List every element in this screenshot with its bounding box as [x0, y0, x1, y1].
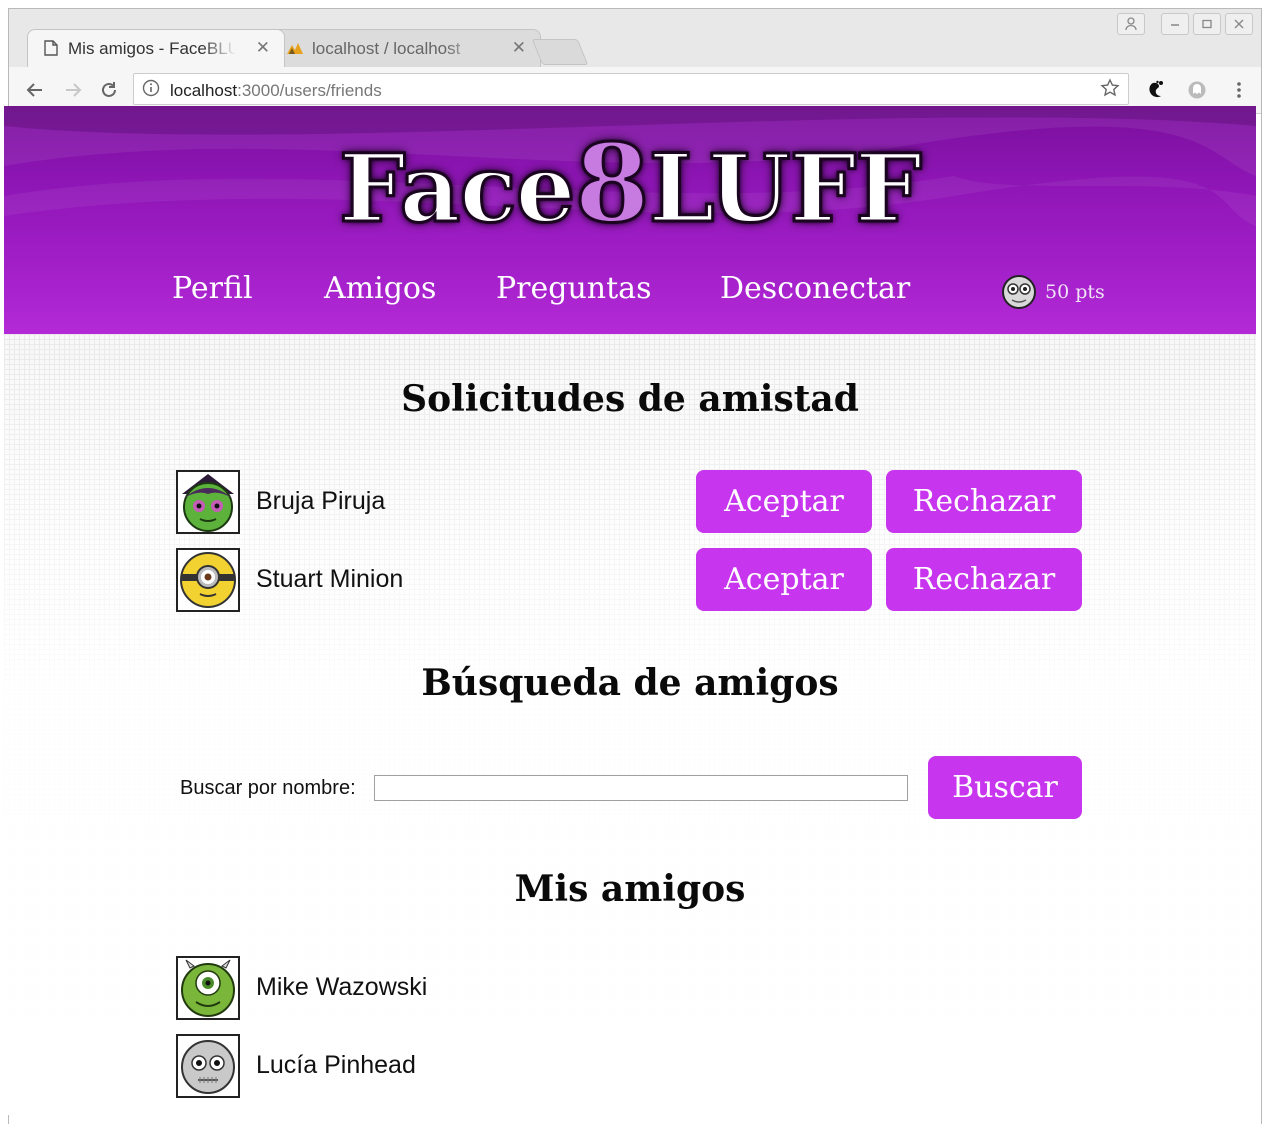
requester-name: Bruja Piruja [256, 487, 386, 515]
logo-luff: LUFF [647, 134, 923, 244]
search-button[interactable]: Buscar [928, 756, 1082, 819]
extension-ghostery-icon[interactable] [1185, 78, 1209, 102]
new-tab-button[interactable] [531, 39, 589, 65]
friend-request-row: Bruja Piruja Aceptar Rechazar [176, 470, 1096, 536]
extension-gnome-icon[interactable] [1144, 78, 1168, 102]
requester-name: Stuart Minion [256, 565, 404, 593]
friend-request-row: Stuart Minion Aceptar Rechazar [176, 548, 1096, 614]
accept-button[interactable]: Aceptar [696, 548, 872, 611]
maximize-button[interactable] [1193, 13, 1221, 35]
reject-button[interactable]: Rechazar [886, 548, 1082, 611]
friend-name: Mike Wazowski [256, 973, 428, 1001]
mike-avatar-icon [176, 956, 240, 1020]
nav-perfil[interactable]: Perfil [172, 271, 253, 306]
info-icon[interactable] [142, 79, 160, 102]
tab-title: Mis amigos - FaceBLUFF [68, 39, 236, 58]
logo-eight: 8 [573, 121, 651, 247]
friend-row: Mike Wazowski [176, 956, 1096, 1022]
logo-face: Face [337, 134, 577, 244]
bookmark-star-icon[interactable] [1100, 78, 1120, 103]
minion-avatar-icon [176, 548, 240, 612]
menu-icon[interactable] [1227, 78, 1251, 102]
requests-title: Solicitudes de amistad [401, 378, 859, 420]
search-title: Búsqueda de amigos [421, 662, 839, 704]
site-header: Face8LUFF Perfil Amigos Preguntas Descon… [4, 106, 1256, 334]
friend-name: Lucía Pinhead [256, 1051, 416, 1079]
site-logo[interactable]: Face8LUFF [4, 129, 1256, 240]
nav-amigos[interactable]: Amigos [324, 271, 436, 306]
friend-row: Lucía Pinhead [176, 1034, 1096, 1100]
page-content: Solicitudes de amistad Bruja Piruja Acep… [4, 334, 1256, 1115]
page-icon [42, 39, 60, 57]
user-points: 50 pts [1001, 274, 1105, 310]
reject-button[interactable]: Rechazar [886, 470, 1082, 533]
search-input[interactable] [374, 775, 908, 801]
close-window-button[interactable] [1225, 13, 1253, 35]
forward-button[interactable] [61, 78, 85, 102]
pinhead-avatar-icon [176, 1034, 240, 1098]
address-bar[interactable]: localhost:3000/users/friends [133, 73, 1129, 105]
back-button[interactable] [23, 78, 47, 102]
url-path: :3000/users/friends [237, 81, 382, 100]
tab-mis-amigos[interactable]: Mis amigos - FaceBLUFF ✕ [27, 29, 285, 67]
tab-localhost[interactable]: localhost / localhost ✕ [271, 29, 541, 67]
nav-preguntas[interactable]: Preguntas [496, 271, 651, 306]
tab-strip: Mis amigos - FaceBLUFF ✕ localhost / loc… [9, 9, 1261, 67]
reload-button[interactable] [97, 78, 121, 102]
url-host: localhost [170, 81, 238, 100]
nav-desconectar[interactable]: Desconectar [720, 271, 910, 306]
close-icon[interactable]: ✕ [512, 38, 526, 58]
search-label: Buscar por nombre: [180, 777, 356, 799]
phpmyadmin-icon [286, 39, 304, 57]
witch-avatar-icon [176, 470, 240, 534]
close-icon[interactable]: ✕ [256, 38, 270, 58]
points-value: 50 pts [1045, 281, 1105, 303]
tab-title: localhost / localhost [312, 39, 461, 58]
accept-button[interactable]: Aceptar [696, 470, 872, 533]
minimize-button[interactable] [1161, 13, 1189, 35]
url-text: localhost:3000/users/friends [170, 81, 382, 101]
user-avatar-icon [1002, 275, 1036, 309]
friends-title: Mis amigos [514, 868, 746, 910]
user-icon[interactable] [1117, 13, 1145, 35]
window-controls [1117, 13, 1253, 35]
